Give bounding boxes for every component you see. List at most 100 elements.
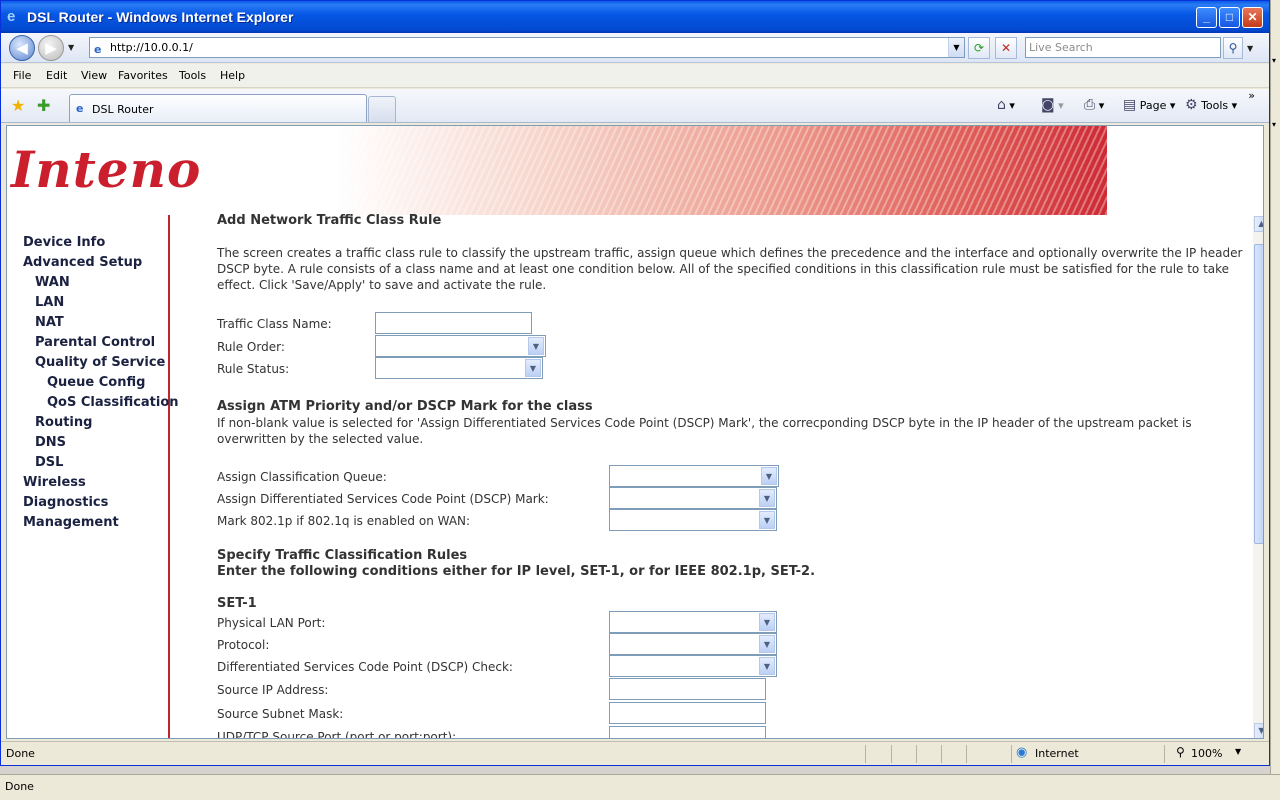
- sidebar-item-quality-of-service[interactable]: Quality of Service: [35, 355, 165, 370]
- zoom-dropdown-icon[interactable]: ▼: [1235, 747, 1241, 756]
- address-url: http://10.0.0.1/: [110, 41, 193, 54]
- menu-help[interactable]: Help: [220, 69, 245, 82]
- traffic-class-name-label: Traffic Class Name:: [217, 317, 332, 331]
- forward-button[interactable]: ▶: [38, 35, 64, 61]
- sidebar-item-wan[interactable]: WAN: [35, 275, 70, 290]
- rules-section-subtitle: Enter the following conditions either fo…: [217, 564, 816, 579]
- source-mask-input[interactable]: [609, 702, 766, 724]
- page-menu-button[interactable]: ▤ Page ▾: [1123, 97, 1175, 113]
- tab-label: DSL Router: [92, 103, 154, 116]
- sidebar-item-dns[interactable]: DNS: [35, 435, 66, 450]
- set1-title: SET-1: [217, 596, 257, 611]
- chevron-down-icon: ▼: [761, 467, 777, 485]
- source-mask-label: Source Subnet Mask:: [217, 707, 344, 721]
- rule-order-select[interactable]: ▼: [375, 335, 546, 357]
- source-port-input[interactable]: [609, 726, 766, 738]
- outer-status-text: Done: [5, 780, 34, 793]
- sidebar-item-management[interactable]: Management: [23, 515, 119, 530]
- tools-menu-button[interactable]: ⚙ Tools ▾: [1185, 97, 1237, 113]
- tab-row: ★ ✚ e DSL Router ⌂ ▾ ◙ ▾ ⎙ ▾ ▤ Page ▾ ⚙ …: [1, 89, 1269, 123]
- close-button[interactable]: ✕: [1242, 7, 1263, 28]
- search-input[interactable]: [1025, 37, 1221, 58]
- sidebar-item-parental-control[interactable]: Parental Control: [35, 335, 155, 350]
- chevron-down-icon: ▼: [759, 489, 775, 507]
- zoom-level[interactable]: 100%: [1191, 747, 1222, 760]
- dscp-check-select[interactable]: ▼: [609, 655, 777, 677]
- search-icon[interactable]: ⚲: [1223, 37, 1243, 59]
- tab-page-icon: e: [76, 102, 84, 115]
- protocol-label: Protocol:: [217, 638, 270, 652]
- vertical-scrollbar[interactable]: ▲ ▼: [1253, 216, 1263, 738]
- rule-status-select[interactable]: ▼: [375, 357, 543, 379]
- menu-edit[interactable]: Edit: [46, 69, 67, 82]
- menu-favorites[interactable]: Favorites: [118, 69, 168, 82]
- source-ip-input[interactable]: [609, 678, 766, 700]
- sidebar-item-diagnostics[interactable]: Diagnostics: [23, 495, 108, 510]
- add-favorite-icon[interactable]: ✚: [37, 96, 50, 115]
- minimize-button[interactable]: _: [1196, 7, 1217, 28]
- dscp-check-label: Differentiated Services Code Point (DSCP…: [217, 660, 513, 674]
- address-dropdown-icon[interactable]: ▼: [948, 38, 964, 57]
- home-icon[interactable]: ⌂ ▾: [997, 97, 1015, 113]
- router-sidebar: Device Info Advanced Setup WAN LAN NAT Parent…: [7, 215, 179, 738]
- source-port-label: UDP/TCP Source Port (port or port:port):: [217, 730, 457, 739]
- chevron-down-icon: ▼: [759, 635, 775, 653]
- chevron-down-icon: ▾: [1272, 120, 1277, 129]
- atm-section-title: Assign ATM Priority and/or DSCP Mark for…: [217, 399, 593, 414]
- stop-icon[interactable]: ✕: [995, 37, 1017, 59]
- refresh-icon[interactable]: ⟳: [968, 37, 990, 59]
- rule-status-label: Rule Status:: [217, 362, 290, 376]
- sidebar-item-queue-config[interactable]: Queue Config: [47, 375, 145, 390]
- chevron-down-icon: ▼: [759, 657, 775, 675]
- status-bar: Done ◉ Internet ⚲ 100% ▼: [1, 741, 1269, 765]
- status-text: Done: [6, 747, 35, 760]
- address-row: ◀ ▶ ▼ e http://10.0.0.1/ ▼ ⟳ ✕ ⚲ ▼: [1, 33, 1269, 63]
- sidebar-item-device-info[interactable]: Device Info: [23, 235, 105, 250]
- scroll-down-icon[interactable]: ▼: [1254, 723, 1263, 738]
- window-edge: ▾ ▾: [1270, 0, 1280, 774]
- mark-8021p-label: Mark 802.1p if 802.1q is enabled on WAN:: [217, 514, 471, 528]
- traffic-class-name-input[interactable]: [375, 312, 532, 334]
- feeds-icon[interactable]: ◙ ▾: [1041, 97, 1064, 113]
- history-dropdown-icon[interactable]: ▼: [68, 43, 74, 52]
- inteno-logo: Inteno: [11, 140, 202, 199]
- page-content: Inteno Device Info Advanced Setup WAN LAN NA…: [6, 125, 1264, 739]
- chevron-down-icon: ▼: [528, 337, 544, 355]
- classification-queue-select[interactable]: ▼: [609, 465, 779, 487]
- sidebar-item-lan[interactable]: LAN: [35, 295, 64, 310]
- favorites-star-icon[interactable]: ★: [11, 96, 25, 115]
- chevron-more-icon[interactable]: »: [1248, 89, 1255, 102]
- sidebar-item-advanced-setup[interactable]: Advanced Setup: [23, 255, 142, 270]
- sidebar-item-wireless[interactable]: Wireless: [23, 475, 86, 490]
- page-menu-icon: ▤: [1123, 97, 1137, 113]
- sidebar-item-dsl[interactable]: DSL: [35, 455, 63, 470]
- tab-dsl-router[interactable]: e DSL Router: [69, 94, 367, 122]
- scroll-thumb[interactable]: [1254, 244, 1263, 544]
- chevron-down-icon: ▾: [1272, 56, 1277, 65]
- new-tab-button[interactable]: [368, 96, 396, 122]
- ie-logo-icon: e: [7, 8, 16, 25]
- sidebar-item-nat[interactable]: NAT: [35, 315, 64, 330]
- dscp-mark-select[interactable]: ▼: [609, 487, 777, 509]
- menu-tools[interactable]: Tools: [179, 69, 206, 82]
- sidebar-item-routing[interactable]: Routing: [35, 415, 92, 430]
- source-ip-label: Source IP Address:: [217, 683, 329, 697]
- menu-file[interactable]: File: [13, 69, 31, 82]
- zoom-icon[interactable]: ⚲: [1176, 745, 1185, 759]
- address-bar[interactable]: e http://10.0.0.1/ ▼: [89, 37, 965, 58]
- scroll-up-icon[interactable]: ▲: [1254, 216, 1263, 232]
- print-icon[interactable]: ⎙ ▾: [1084, 97, 1104, 113]
- sidebar-item-qos-classification[interactable]: QoS Classification: [47, 395, 179, 410]
- protocol-select[interactable]: ▼: [609, 633, 777, 655]
- physical-lan-port-select[interactable]: ▼: [609, 611, 777, 633]
- search-options-icon[interactable]: ▼: [1247, 44, 1253, 53]
- classification-queue-label: Assign Classification Queue:: [217, 470, 387, 484]
- maximize-button[interactable]: □: [1219, 7, 1240, 28]
- back-button[interactable]: ◀: [9, 35, 35, 61]
- router-banner: Inteno: [7, 126, 1107, 215]
- mark-8021p-select[interactable]: ▼: [609, 509, 777, 531]
- intro-text: The screen creates a traffic class rule …: [217, 246, 1243, 292]
- rule-order-label: Rule Order:: [217, 340, 285, 354]
- page-title: Add Network Traffic Class Rule: [217, 213, 442, 228]
- menu-view[interactable]: View: [81, 69, 107, 82]
